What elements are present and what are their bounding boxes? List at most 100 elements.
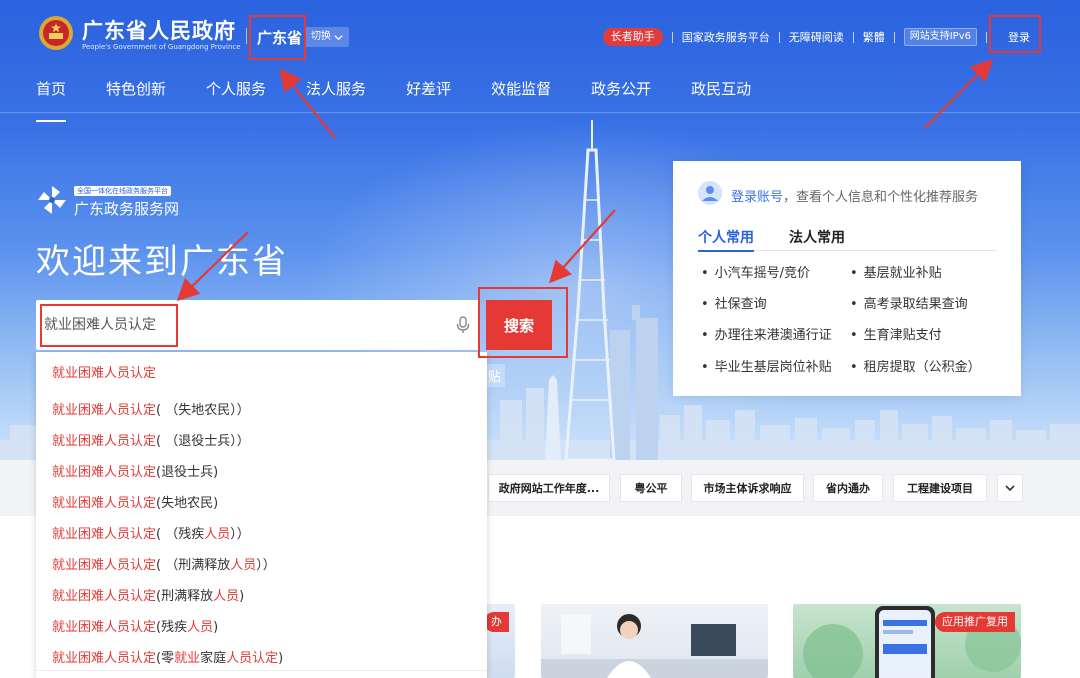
service-link[interactable]: 租房提取（公积金） (850, 356, 981, 375)
common-services-panel: 登录账号，查看个人信息和个性化推荐服务 个人常用 法人常用 小汽车摇号/竞价 社… (673, 161, 1021, 396)
suggestion-text: (退役士兵) (156, 465, 219, 480)
suggestion-text: (失地农民) (156, 496, 219, 511)
service-link[interactable]: 生育津贴支付 (850, 324, 942, 343)
suggestion-text: ( （失地农民）） (156, 403, 250, 418)
nav-item-corporate[interactable]: 法人服务 (306, 78, 366, 112)
tab-personal-common[interactable]: 个人常用 (698, 227, 754, 252)
nav-divider (0, 112, 1080, 113)
quick-link-chip[interactable]: 粤公平 (620, 474, 682, 502)
suggestion-text: (残疾 (156, 620, 188, 635)
service-link[interactable]: 毕业生基层岗位补贴 (701, 356, 832, 375)
panel-tabs: 个人常用 法人常用 (698, 227, 996, 252)
suggestion-match: 就业困难人员认定 (52, 496, 157, 511)
suggestion-item[interactable]: 就业困难人员认定(刑满释放人员) (36, 581, 487, 612)
util-separator (986, 31, 987, 43)
nav-item-personal[interactable]: 个人服务 (206, 78, 266, 112)
nav-item-supervision[interactable]: 效能监督 (491, 78, 551, 112)
suggestion-text: ）） (256, 558, 276, 573)
service-link[interactable]: 小汽车摇号/竞价 (701, 262, 810, 281)
suggestion-match: 就业困难人员认定 (52, 651, 157, 666)
region-switch-button[interactable]: 切换 (305, 27, 349, 47)
microphone-icon[interactable] (455, 316, 471, 334)
office-photo-illustration (541, 614, 768, 678)
annotation-box-search-input (40, 304, 178, 347)
suggestion-text: ) (278, 651, 284, 666)
suggestion-match: 就业困难人员认定 (52, 620, 157, 635)
national-platform-link[interactable]: 国家政务服务平台 (682, 29, 770, 45)
user-avatar-icon (698, 181, 722, 205)
util-separator (671, 31, 673, 43)
suggestion-item[interactable]: 就业困难人员认定(退役士兵) (36, 457, 487, 488)
nav-item-featured[interactable]: 特色创新 (106, 78, 166, 112)
suggestion-item[interactable]: 就业困难人员认定( （退役士兵）） (36, 426, 487, 457)
feature-card[interactable] (541, 604, 768, 678)
suggestion-text: ) (213, 620, 219, 635)
suggestion-match: 就业 (174, 651, 201, 666)
suggestion-match: 人员认定 (226, 651, 279, 666)
tab-corporate-common[interactable]: 法人常用 (789, 227, 845, 247)
suggestion-item[interactable]: 就业困难人员认定( （失地农民）） (36, 395, 487, 426)
suggestion-text: ) (239, 589, 245, 604)
nav-item-interaction[interactable]: 政民互动 (691, 78, 751, 112)
panel-login-text: ，查看个人信息和个性化推荐服务 (783, 190, 979, 205)
brand-name: 广东政务服务网 (74, 200, 180, 218)
service-link[interactable]: 社保查询 (701, 293, 767, 312)
suggestion-match: 人员 (204, 527, 231, 542)
chevron-down-icon (334, 34, 343, 40)
elder-assistant-button[interactable]: 长者助手 (602, 28, 663, 46)
suggestion-match: 就业困难人员认定 (52, 434, 157, 449)
util-separator (852, 31, 854, 43)
site-name-en: People's Government of Guangdong Provinc… (82, 43, 241, 51)
welcome-heading: 欢迎来到广东省 (36, 242, 288, 282)
feature-card[interactable]: 应用推广复用 (793, 604, 1021, 678)
suggestion-match: 人员 (187, 620, 214, 635)
nav-item-disclosure[interactable]: 政务公开 (591, 78, 651, 112)
suggestion-match: 人员 (230, 558, 257, 573)
quick-link-chip[interactable]: 市场主体诉求响应 (691, 474, 804, 502)
service-link[interactable]: 办理往来港澳通行证 (701, 324, 832, 343)
suggestion-item[interactable]: 就业困难人员认定(失地农民) (36, 488, 487, 519)
suggestion-text: ( （刑满释放 (156, 558, 231, 573)
region-switch-label: 切换 (311, 31, 331, 42)
annotation-box-region (249, 15, 306, 60)
quick-links-more-button[interactable] (997, 474, 1023, 502)
service-link[interactable]: 高考录取结果查询 (850, 293, 968, 312)
top-bar: 广东省人民政府 People's Government of Guangdong… (0, 0, 1080, 70)
suggestion-text: ）） (230, 527, 250, 542)
suggestions-footer (36, 670, 487, 678)
site-name[interactable]: 广东省人民政府 (82, 15, 236, 45)
suggestion-item[interactable]: 就业困难人员认定( （刑满释放人员）） (36, 550, 487, 581)
suggestion-text: ( （退役士兵）） (156, 434, 250, 449)
card-badge: 办 (484, 612, 509, 632)
annotation-box-login (989, 15, 1041, 53)
national-emblem-icon[interactable] (38, 14, 74, 52)
suggestion-match: 就业困难人员认定 (52, 589, 157, 604)
suggestion-item[interactable]: 就业困难人员认定 (36, 358, 487, 389)
ipv6-badge: 网站支持IPv6 (903, 28, 977, 46)
chevron-down-icon (1005, 485, 1015, 492)
quick-link-chip[interactable]: 省内通办 (813, 474, 883, 502)
suggestion-text: (零 (156, 651, 175, 666)
nav-item-home[interactable]: 首页 (36, 78, 67, 122)
background-text-fragment: 贴 (484, 364, 506, 387)
suggestion-text: (刑满释放 (156, 589, 214, 604)
suggestion-match: 就业困难人员认定 (52, 558, 157, 573)
panel-login-link[interactable]: 登录账号 (731, 190, 783, 205)
search-suggestions: 就业困难人员认定 就业困难人员认定( （失地农民）） 就业困难人员认定( （退役士… (36, 352, 487, 678)
nav-item-rating[interactable]: 好差评 (406, 78, 451, 112)
suggestion-match: 就业困难人员认定 (52, 403, 157, 418)
traditional-chinese-link[interactable]: 繁體 (863, 29, 885, 45)
quick-link-chip[interactable]: 工程建设项目 (893, 474, 987, 502)
suggestion-item[interactable]: 就业困难人员认定(残疾人员) (36, 612, 487, 643)
suggestion-item[interactable]: 就业困难人员认定( （残疾人员）） (36, 519, 487, 550)
suggestion-match: 就业困难人员认定 (52, 465, 157, 480)
suggestion-text: 家庭 (200, 651, 227, 666)
annotation-box-search-button (478, 287, 568, 358)
service-link[interactable]: 基层就业补贴 (850, 262, 942, 281)
accessibility-link[interactable]: 无障碍阅读 (789, 29, 844, 45)
quick-link-chip[interactable]: 政府网站工作年度... (488, 474, 610, 502)
panel-login-prompt: 登录账号，查看个人信息和个性化推荐服务 (731, 186, 978, 205)
main-nav: 首页 特色创新 个人服务 法人服务 好差评 效能监督 政务公开 政民互动 (36, 78, 791, 122)
pinwheel-logo-icon (38, 186, 66, 214)
util-separator (893, 31, 895, 43)
